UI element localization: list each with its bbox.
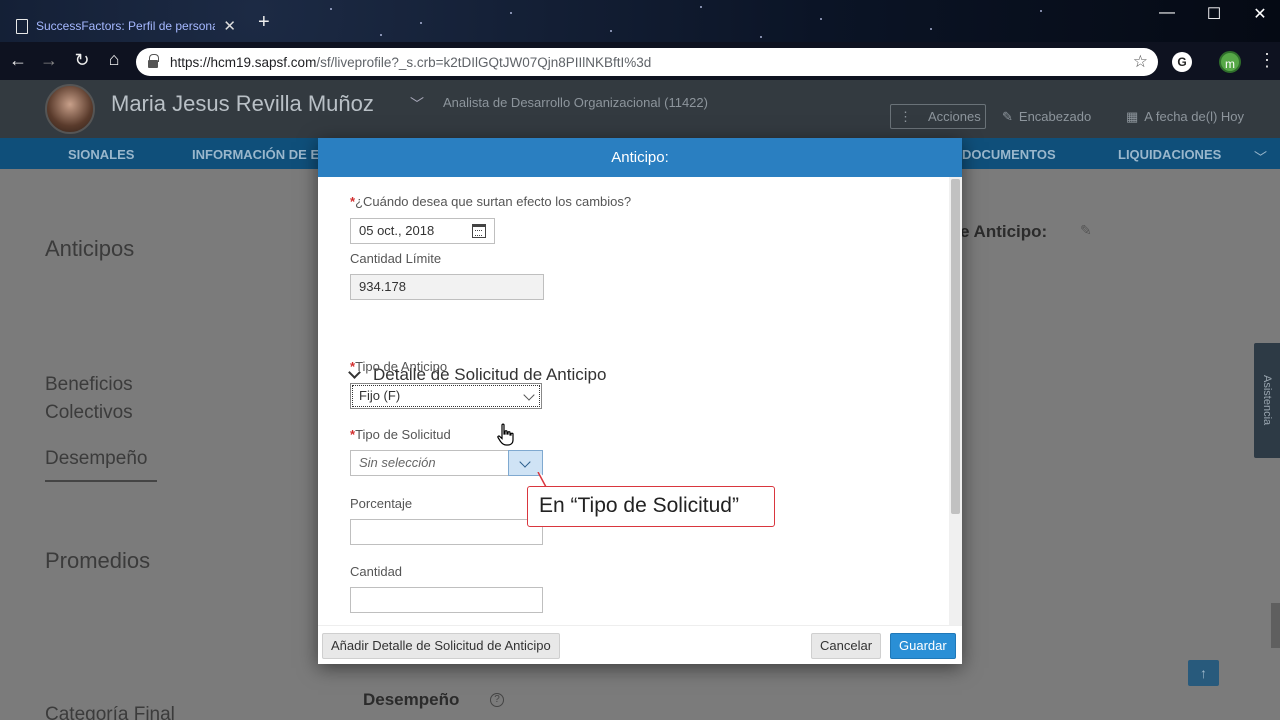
chevron-down-icon	[519, 456, 531, 468]
grammarly-extension-icon[interactable]: G	[1172, 52, 1192, 72]
effective-date-label: *¿Cuándo desea que surtan efecto los cam…	[350, 194, 632, 209]
sidebar-anticipos[interactable]: Anticipos	[45, 236, 134, 262]
calendar-icon: ▦	[1126, 108, 1139, 124]
lock-icon	[148, 53, 159, 68]
effective-date-value: 05 oct., 2018	[359, 223, 435, 238]
dialog-body: *¿Cuándo desea que surtan efecto los cam…	[318, 177, 962, 625]
new-tab-icon[interactable]: +	[258, 11, 270, 34]
anticipo-dialog: Anticipo: *¿Cuándo desea que surtan efec…	[318, 138, 962, 664]
cantidad-limite-field: 934.178	[350, 274, 544, 300]
employee-title: Analista de Desarrollo Organizacional (1…	[443, 95, 708, 110]
calendar-icon[interactable]	[472, 224, 486, 238]
sidebar-beneficios[interactable]: Beneficios	[45, 374, 133, 396]
edit-pencil-icon[interactable]: ✎	[1080, 222, 1092, 239]
nav-item-profesionales[interactable]: SIONALES	[68, 147, 134, 162]
tipo-solicitud-placeholder: Sin selección	[359, 455, 436, 470]
address-bar[interactable]: https://hcm19.sapsf.com/sf/liveprofile?_…	[136, 48, 1158, 76]
tipo-solicitud-label: *Tipo de Solicitud	[350, 427, 451, 442]
cantidad-limite-label: Cantidad Límite	[350, 251, 442, 266]
nav-item-documentos[interactable]: DOCUMENTOS	[962, 147, 1056, 162]
cantidad-input[interactable]	[350, 587, 543, 613]
nav-item-informacion[interactable]: INFORMACIÓN DE E	[192, 147, 319, 162]
sidebar-categoria[interactable]: Categoría Final	[45, 704, 175, 720]
acciones-label: Acciones	[928, 109, 981, 124]
tipo-anticipo-select[interactable]: Fijo (F)	[350, 383, 542, 409]
document-icon	[16, 18, 28, 34]
profile-avatar-icon[interactable]: m	[1219, 51, 1241, 73]
chevron-down-icon	[523, 389, 535, 401]
vertical-dots-icon: ⋮	[899, 108, 912, 124]
add-detail-button[interactable]: Añadir Detalle de Solicitud de Anticipo	[322, 633, 560, 659]
nav-chevron-down-icon[interactable]: ﹀	[1254, 147, 1267, 166]
help-icon[interactable]: ?	[490, 693, 504, 707]
close-window-icon[interactable]: ✕	[1237, 4, 1280, 24]
dialog-footer: Añadir Detalle de Solicitud de Anticipo …	[318, 625, 962, 664]
employee-avatar	[45, 84, 95, 134]
porcentaje-input[interactable]	[350, 519, 543, 545]
active-underline	[45, 480, 157, 482]
home-icon[interactable]: ⌂	[102, 49, 126, 70]
acciones-button[interactable]: ⋮ Acciones	[890, 104, 986, 129]
url-text: https://hcm19.sapsf.com/sf/liveprofile?_…	[170, 54, 652, 70]
fecha-label: A fecha de(l) Hoy	[1144, 109, 1245, 124]
tutorial-callout: En “Tipo de Solicitud”	[527, 486, 775, 527]
browser-menu-icon[interactable]: ⋮	[1258, 50, 1276, 71]
porcentaje-label: Porcentaje	[350, 496, 413, 511]
close-tab-icon[interactable]: ✕	[223, 17, 236, 35]
reload-icon[interactable]: ↻	[70, 50, 94, 71]
minimize-icon[interactable]: —	[1144, 4, 1190, 22]
asistencia-tab[interactable]: Asistencia	[1254, 343, 1280, 458]
back-icon[interactable]: ←	[6, 50, 30, 71]
dialog-title: Anticipo:	[318, 138, 962, 177]
chevron-down-icon[interactable]: ﹀	[410, 94, 424, 114]
tipo-anticipo-value: Fijo (F)	[359, 388, 401, 403]
employee-name[interactable]: Maria Jesus Revilla Muñoz	[111, 91, 374, 117]
effective-date-field[interactable]: 05 oct., 2018	[350, 218, 495, 244]
tipo-anticipo-label: *Tipo de Anticipo	[350, 359, 448, 374]
hand-cursor-icon	[497, 423, 514, 446]
desempeno-heading: Desempeño	[363, 690, 460, 709]
page-scrollbar[interactable]	[1271, 603, 1280, 648]
bookmark-star-icon[interactable]: ☆	[1133, 52, 1148, 72]
nav-item-liquidaciones[interactable]: LIQUIDACIONES	[1118, 147, 1221, 162]
save-button[interactable]: Guardar	[890, 633, 956, 659]
tab-title: SuccessFactors: Perfil de persona	[36, 19, 216, 33]
encabezado-label: Encabezado	[1018, 109, 1092, 124]
scrollbar-thumb[interactable]	[951, 179, 960, 514]
sidebar-colectivos[interactable]: Colectivos	[45, 402, 133, 424]
pencil-icon: ✎	[1002, 108, 1013, 124]
fecha-button[interactable]: ▦ A fecha de(l) Hoy	[1126, 104, 1244, 129]
sidebar-desempeno[interactable]: Desempeño	[45, 448, 147, 470]
scroll-to-top-icon[interactable]: ↑	[1188, 660, 1219, 686]
cancel-button[interactable]: Cancelar	[811, 633, 882, 659]
forward-icon[interactable]: →	[37, 50, 61, 71]
browser-tab[interactable]: SuccessFactors: Perfil de persona ✕	[8, 10, 244, 42]
sidebar-promedios[interactable]: Promedios	[45, 548, 150, 574]
anticipo-heading: e Anticipo:	[960, 222, 1048, 241]
dialog-scrollbar[interactable]	[949, 177, 962, 625]
maximize-icon[interactable]: ☐	[1191, 4, 1237, 24]
cantidad-label: Cantidad	[350, 564, 403, 579]
tipo-solicitud-select[interactable]: Sin selección	[350, 450, 543, 476]
encabezado-button[interactable]: ✎ Encabezado	[1002, 104, 1091, 129]
